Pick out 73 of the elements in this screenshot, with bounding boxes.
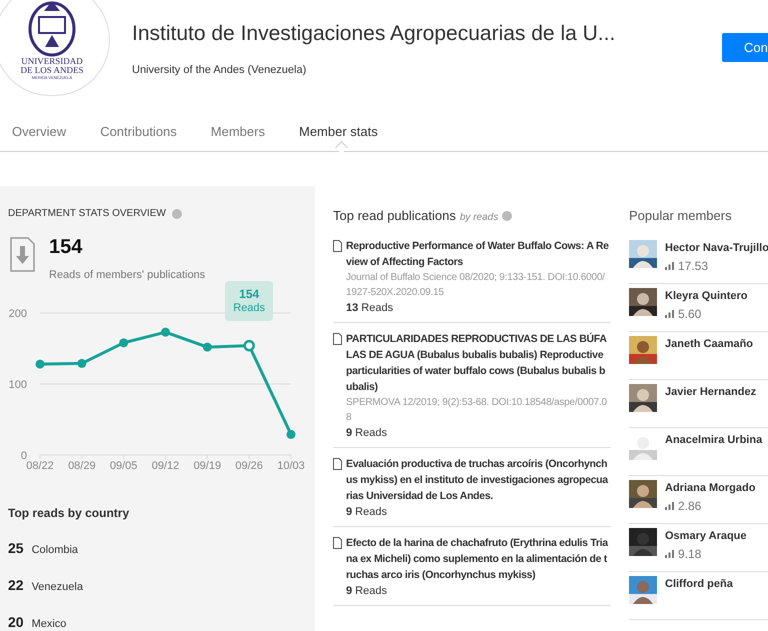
logo-text: UNIVERSIDAD bbox=[21, 57, 83, 66]
section-title: DEPARTMENT STATS OVERVIEW bbox=[8, 207, 166, 221]
x-tick-label: 09/19 bbox=[194, 460, 222, 472]
reads-label: Reads of members' publications bbox=[49, 268, 206, 283]
publication-title[interactable]: Evaluación productiva de truchas arcoíris (Oncorhynchus mykiss) en el instituto de investigaciones agropecuarias Universidad de Los Andes. bbox=[346, 456, 610, 504]
connect-button[interactable]: Con bbox=[722, 33, 768, 62]
member-name[interactable]: Adriana Morgado bbox=[665, 480, 756, 496]
publication-title[interactable]: Reproductive Performance of Water Buffalo Cows: A Review of Affecting Factors bbox=[346, 238, 610, 270]
member-name[interactable]: Javier Hernandez bbox=[665, 384, 756, 400]
data-point bbox=[243, 339, 255, 351]
bar-chart-icon bbox=[665, 550, 674, 558]
member-score: 5.60 bbox=[678, 306, 702, 322]
member-name[interactable]: Clifford peña bbox=[665, 576, 733, 592]
tab[interactable]: Member stats bbox=[298, 122, 378, 141]
reads-count: 13 Reads bbox=[346, 300, 394, 316]
country-name: Mexico bbox=[32, 616, 66, 631]
country-count: 25 bbox=[8, 538, 24, 558]
document-icon bbox=[333, 536, 342, 548]
affiliation: University of the Andes (Venezuela) bbox=[132, 62, 308, 78]
reads-total: 154 bbox=[49, 235, 84, 259]
x-tick-label: 10/03 bbox=[277, 460, 305, 472]
y-tick-label: 200 bbox=[8, 308, 27, 320]
country-name: Colombia bbox=[32, 542, 78, 558]
bar-chart-icon bbox=[665, 262, 674, 270]
logo-text: DE LOS ANDES bbox=[20, 66, 84, 75]
page-title: Instituto de Investigaciones Agropecuarias de la U... bbox=[132, 21, 616, 47]
tooltip-value: 154 bbox=[239, 287, 260, 302]
reads-count: 9 Reads bbox=[346, 426, 388, 440]
x-tick-label: 09/26 bbox=[235, 460, 263, 472]
reads-count: 9 Reads bbox=[346, 584, 388, 598]
member-score: 2.86 bbox=[678, 498, 702, 514]
data-point bbox=[286, 429, 296, 438]
info-icon bbox=[172, 208, 182, 218]
document-icon bbox=[333, 240, 342, 252]
x-tick-label: 09/05 bbox=[110, 460, 138, 472]
member-score: 17.53 bbox=[678, 258, 708, 274]
section-title: Top reads by country bbox=[7, 504, 130, 522]
tab[interactable]: Contributions bbox=[100, 122, 177, 141]
x-tick-label: 09/12 bbox=[152, 460, 180, 472]
member-name[interactable]: Anacelmira Urbina bbox=[665, 432, 762, 448]
y-tick-label: 0 bbox=[20, 450, 27, 462]
data-point bbox=[119, 338, 128, 347]
publication-meta: SPERMOVA 12/2019; 9(2):53-68. DOI:10.18548/aspe/0007.08 bbox=[346, 396, 608, 424]
publication-title[interactable]: Efecto de la harina de chachafruto (Erythrina edulis Triana ex Micheli) como suplemento en la alimentación de truchas arco iris (Oncorhynchus mykiss) bbox=[346, 534, 610, 582]
bar-chart-icon bbox=[665, 310, 674, 318]
sort-label: by reads bbox=[460, 211, 498, 225]
country-count: 20 bbox=[8, 612, 24, 631]
data-point bbox=[161, 327, 170, 336]
document-icon bbox=[333, 458, 342, 470]
country-count: 22 bbox=[8, 576, 24, 594]
member-name[interactable]: Osmary Araque bbox=[665, 528, 747, 544]
reads-count: 9 Reads bbox=[346, 504, 388, 520]
document-icon bbox=[333, 332, 342, 344]
tooltip-label: Reads bbox=[233, 301, 266, 316]
x-tick-label: 08/29 bbox=[68, 460, 96, 472]
member-name[interactable]: Janeth Caamaño bbox=[665, 336, 754, 352]
member-score: 9.18 bbox=[678, 546, 702, 562]
publication-meta: Journal of Buffalo Science 08/2020; 9:133-151. DOI:10.6000/1927-520X.2020.09.15 bbox=[346, 270, 606, 300]
bar-chart-icon bbox=[665, 502, 674, 510]
download-document-icon bbox=[10, 237, 35, 272]
member-name[interactable]: Kleyra Quintero bbox=[665, 288, 748, 304]
publication-title[interactable]: PARTICULARIDADES REPRODUCTIVAS DE LAS BÚFALAS DE AGUA (Bubalus bubalis bubalis) Reproductive particularities of water buffalo cows (Bubalus bubalis bubalis) bbox=[346, 330, 610, 394]
data-point bbox=[202, 342, 212, 352]
y-tick-label: 100 bbox=[8, 378, 27, 390]
x-tick-label: 08/22 bbox=[26, 460, 54, 472]
section-title: Popular members bbox=[629, 207, 733, 225]
tab[interactable]: Overview bbox=[12, 122, 66, 141]
data-point bbox=[36, 359, 44, 368]
tab[interactable]: Members bbox=[210, 122, 265, 141]
info-icon bbox=[502, 210, 512, 221]
country-name: Venezuela bbox=[32, 580, 83, 594]
data-point bbox=[77, 358, 86, 368]
section-title: Top read publications bbox=[333, 207, 456, 225]
